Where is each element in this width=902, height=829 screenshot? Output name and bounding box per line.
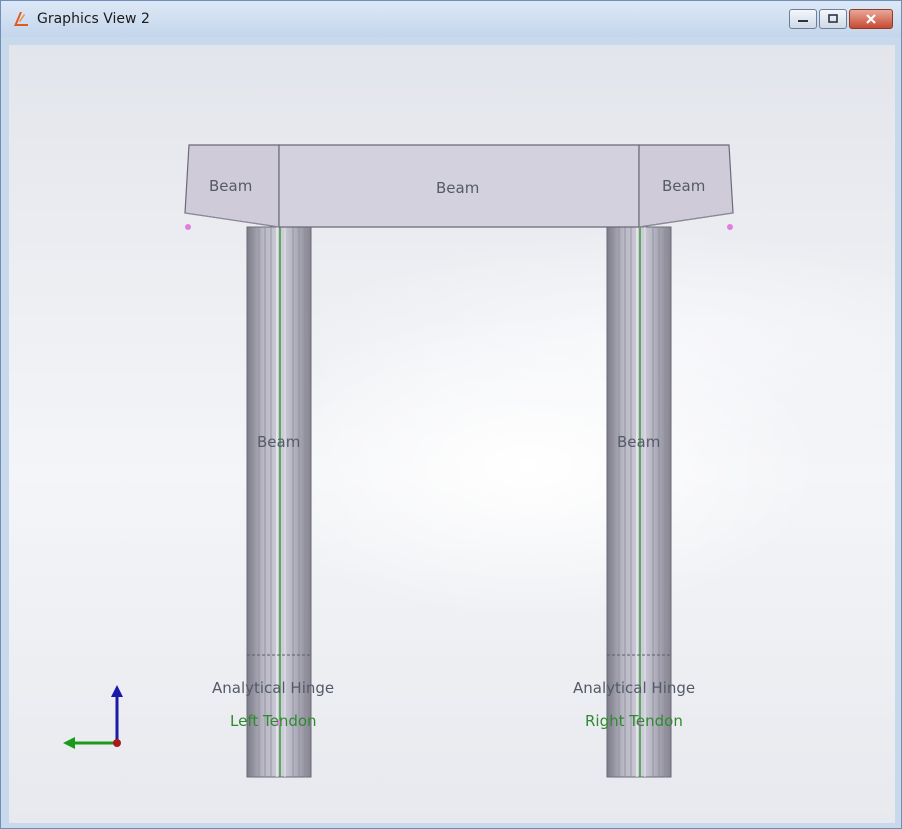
- window-title: Graphics View 2: [37, 11, 150, 27]
- minimize-icon: [798, 20, 808, 22]
- app-logo-icon: [14, 12, 28, 26]
- hinge-label-right: Analytical Hinge: [573, 679, 696, 697]
- title-bar[interactable]: Graphics View 2: [1, 1, 901, 37]
- restore-button[interactable]: [819, 9, 847, 29]
- restore-icon: [828, 14, 838, 23]
- graphics-view-window: Graphics View 2 Beam Beam Beam Beam Beam…: [0, 0, 902, 829]
- beam-label-left-column: Beam: [257, 433, 301, 451]
- structure-model: [63, 144, 734, 778]
- axis-triad-icon: [63, 685, 123, 749]
- node-point-left[interactable]: [185, 224, 191, 230]
- node-point-right[interactable]: [727, 224, 733, 230]
- beam-label-top-left: Beam: [209, 177, 253, 195]
- minimize-button[interactable]: [789, 9, 817, 29]
- tendon-label-left: Left Tendon: [230, 712, 317, 730]
- beam-label-top-center: Beam: [436, 179, 480, 197]
- hinge-label-left: Analytical Hinge: [212, 679, 335, 697]
- tendon-label-right: Right Tendon: [585, 712, 683, 730]
- graphics-viewport[interactable]: Beam Beam Beam Beam Beam Analytical Hing…: [9, 45, 895, 823]
- window-controls: [789, 9, 893, 29]
- beam-label-top-right: Beam: [662, 177, 706, 195]
- close-icon: [866, 14, 876, 24]
- beam-label-right-column: Beam: [617, 433, 661, 451]
- close-button[interactable]: [849, 9, 893, 29]
